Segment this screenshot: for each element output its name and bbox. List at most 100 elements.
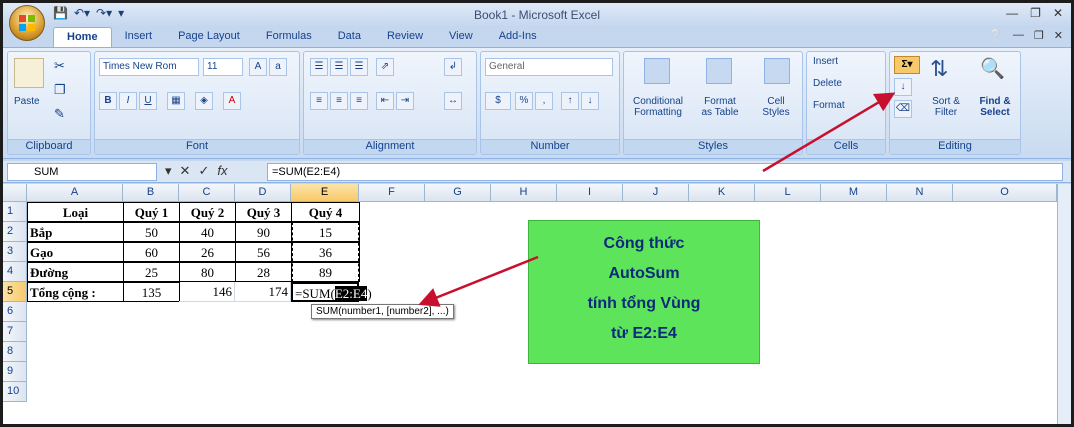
cell-d1[interactable]: Quý 3 [235,202,292,222]
row-header-1[interactable]: 1 [3,202,27,222]
row-header-7[interactable]: 7 [3,322,27,342]
workbook-close-icon[interactable]: ✕ [1054,29,1063,42]
name-box[interactable]: SUM [7,163,157,181]
vertical-scrollbar[interactable] [1057,184,1071,424]
cell-b2[interactable]: 50 [123,222,180,242]
tab-review[interactable]: Review [374,27,436,47]
italic-icon[interactable]: I [119,92,137,110]
cut-icon[interactable]: ✂ [54,58,65,74]
column-header-m[interactable]: M [821,184,887,202]
row-header-10[interactable]: 10 [3,382,27,402]
column-header-j[interactable]: J [623,184,689,202]
sort-filter-button[interactable]: Sort & Filter [926,96,966,118]
cell-d2[interactable]: 90 [235,222,292,242]
restore-icon[interactable]: ❐ [1030,6,1041,20]
increase-decimal-icon[interactable]: ↑ [561,92,579,110]
shrink-font-icon[interactable]: a [269,58,287,76]
select-all-corner[interactable] [3,184,27,202]
tab-formulas[interactable]: Formulas [253,27,325,47]
copy-icon[interactable]: ❐ [54,82,66,98]
cell-d3[interactable]: 56 [235,242,292,262]
column-header-e[interactable]: E [291,184,359,202]
cell-a4[interactable]: Đường [27,262,124,282]
cell-c2[interactable]: 40 [179,222,236,242]
cell-c3[interactable]: 26 [179,242,236,262]
cell-c1[interactable]: Quý 2 [179,202,236,222]
column-header-o[interactable]: O [953,184,1057,202]
column-header-b[interactable]: B [123,184,179,202]
cell-b3[interactable]: 60 [123,242,180,262]
office-button[interactable] [9,5,45,41]
cell-styles-icon[interactable] [764,58,790,84]
tab-home[interactable]: Home [53,27,112,47]
insert-function-icon[interactable]: fx [217,163,227,179]
format-cells-button[interactable]: Format [813,100,845,111]
cell-a5[interactable]: Tổng cộng : [27,282,124,302]
align-top-icon[interactable]: ☰ [310,58,328,76]
percent-button[interactable]: % [515,92,533,110]
enter-formula-icon[interactable]: ✓ [198,163,209,179]
decrease-indent-icon[interactable]: ⇤ [376,92,394,110]
paste-icon[interactable] [14,58,44,88]
insert-cells-button[interactable]: Insert [813,56,838,67]
minimize-icon[interactable]: — [1006,6,1018,20]
row-header-2[interactable]: 2 [3,222,27,242]
orientation-icon[interactable]: ⇗ [376,58,394,76]
column-header-d[interactable]: D [235,184,291,202]
cell-c4[interactable]: 80 [179,262,236,282]
cell-e2[interactable]: 15 [291,222,360,242]
cell-e1[interactable]: Quý 4 [291,202,360,222]
tab-data[interactable]: Data [325,27,374,47]
workbook-restore-icon[interactable]: ❐ [1034,29,1044,42]
wrap-text-icon[interactable]: ↲ [444,58,462,76]
cell-b4[interactable]: 25 [123,262,180,282]
currency-button[interactable]: $ [485,92,511,110]
align-middle-icon[interactable]: ☰ [330,58,348,76]
column-header-a[interactable]: A [27,184,123,202]
font-color-icon[interactable]: A [223,92,241,110]
number-format-select[interactable]: General [485,58,613,76]
comma-button[interactable]: , [535,92,553,110]
delete-cells-button[interactable]: Delete [813,78,842,89]
cell-b5[interactable]: 135 [123,282,180,302]
align-center-icon[interactable]: ≡ [330,92,348,110]
column-header-f[interactable]: F [359,184,425,202]
column-header-l[interactable]: L [755,184,821,202]
tab-view[interactable]: View [436,27,486,47]
cancel-formula-icon[interactable]: ✕ [180,163,191,179]
column-header-k[interactable]: K [689,184,755,202]
cell-e3[interactable]: 36 [291,242,360,262]
underline-icon[interactable]: U [139,92,157,110]
workbook-minimize-icon[interactable]: — [1013,29,1024,42]
row-header-6[interactable]: 6 [3,302,27,322]
close-icon[interactable]: ✕ [1053,6,1063,20]
cell-styles-button[interactable]: Cell Styles [752,96,800,118]
merge-center-icon[interactable]: ↔ [444,92,462,110]
align-bottom-icon[interactable]: ☰ [350,58,368,76]
row-header-3[interactable]: 3 [3,242,27,262]
find-select-button[interactable]: Find & Select [972,96,1018,118]
column-header-g[interactable]: G [425,184,491,202]
fill-color-icon[interactable]: ◈ [195,92,213,110]
paste-button[interactable]: Paste [14,96,40,107]
decrease-decimal-icon[interactable]: ↓ [581,92,599,110]
column-header-i[interactable]: I [557,184,623,202]
autosum-icon[interactable]: Σ▾ [894,56,920,74]
font-size-select[interactable]: 11 [203,58,243,76]
row-header-4[interactable]: 4 [3,262,27,282]
tab-page-layout[interactable]: Page Layout [165,27,253,47]
row-header-8[interactable]: 8 [3,342,27,362]
cell-d5[interactable]: 174 [235,282,291,302]
cell-e5-editing[interactable]: =SUM(E2:E4) [291,282,372,302]
cell-d4[interactable]: 28 [235,262,292,282]
cell-a3[interactable]: Gạo [27,242,124,262]
clear-icon[interactable]: ⌫ [894,100,912,118]
row-header-9[interactable]: 9 [3,362,27,382]
name-box-dropdown-icon[interactable]: ▾ [165,163,172,179]
tab-insert[interactable]: Insert [112,27,166,47]
row-header-5[interactable]: 5 [3,282,27,302]
font-name-select[interactable]: Times New Rom [99,58,199,76]
fill-icon[interactable]: ↓ [894,78,912,96]
column-header-h[interactable]: H [491,184,557,202]
conditional-formatting-button[interactable]: Conditional Formatting [628,96,688,118]
